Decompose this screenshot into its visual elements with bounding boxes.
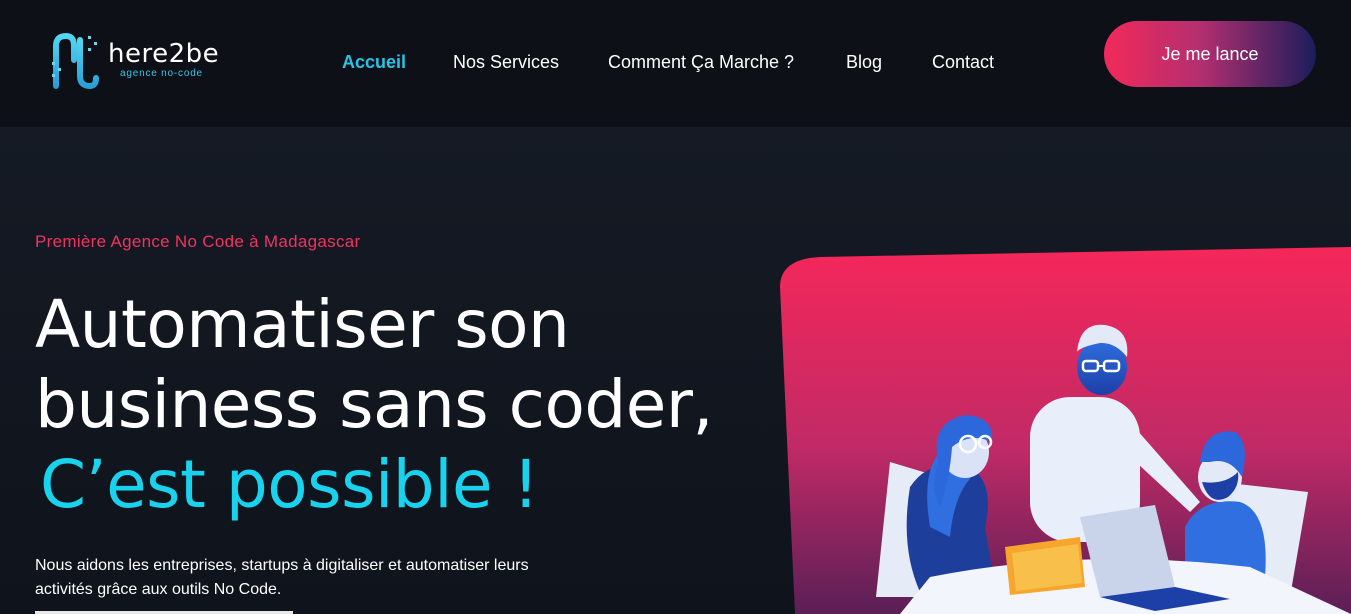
headline-line-2: business sans coder,: [35, 366, 713, 443]
hero-eyebrow: Première Agence No Code à Madagascar: [35, 232, 361, 251]
headline-accent: C’est possible !: [40, 446, 539, 523]
nav-item-nos-services[interactable]: Nos Services: [453, 50, 559, 74]
brand-tagline: agence no-code: [120, 68, 203, 79]
site-header: here2be agence no-code Accueil Nos Servi…: [0, 0, 1351, 127]
brand-logo[interactable]: here2be agence no-code: [50, 32, 225, 90]
nav-item-blog[interactable]: Blog: [846, 50, 882, 74]
hero-lead: Nous aidons les entreprises, startups à …: [35, 557, 529, 598]
hero-headline: Automatiser son business sans coder, C’e…: [35, 285, 755, 525]
nav-item-contact[interactable]: Contact: [932, 50, 994, 74]
nav-item-comment-ca-marche[interactable]: Comment Ça Marche ?: [608, 50, 794, 74]
here2be-logo-icon: [52, 32, 99, 90]
nav-item-accueil[interactable]: Accueil: [342, 50, 406, 74]
je-me-lance-button[interactable]: Je me lance: [1104, 21, 1316, 87]
headline-line-1: Automatiser son: [35, 286, 570, 363]
team-collaboration-illustration: [780, 247, 1351, 614]
brand-name: here2be: [108, 39, 220, 69]
hero-section: Première Agence No Code à Madagascar Aut…: [0, 127, 1351, 614]
